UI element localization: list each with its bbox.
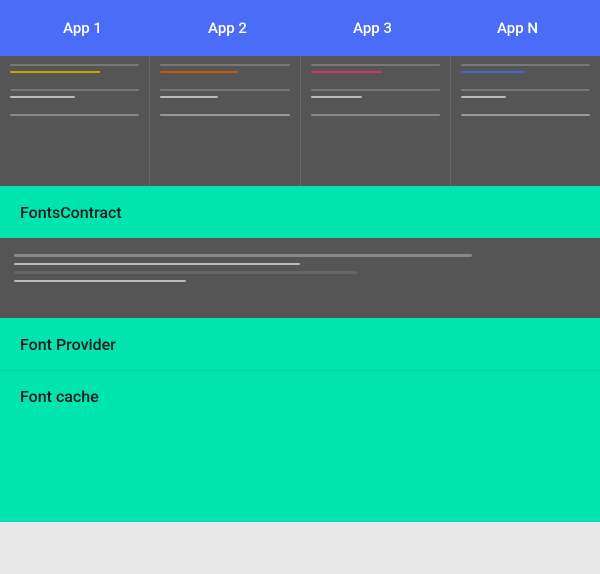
app3-column	[301, 56, 451, 186]
dl-3	[14, 271, 357, 274]
line-4	[10, 96, 75, 98]
dl-1	[14, 254, 472, 257]
line-2	[10, 71, 100, 73]
fonts-contract-section: FontsContract	[0, 186, 600, 238]
line-2	[160, 71, 238, 73]
apps-dark-section	[0, 56, 600, 186]
line-3	[160, 89, 289, 91]
app-bar: App 1 App 2 App 3 App N	[0, 0, 600, 56]
dark-lines-2	[14, 248, 586, 282]
tab-app2[interactable]: App 2	[155, 11, 300, 45]
font-cache-section: Font cache	[0, 370, 600, 422]
line-5	[160, 114, 289, 116]
font-provider-label: Font Provider	[20, 335, 116, 354]
line-5	[461, 114, 590, 116]
dl-4	[14, 280, 186, 282]
app1-column	[0, 56, 150, 186]
line-2	[311, 71, 382, 73]
line-4	[311, 96, 363, 98]
dark-section-2	[0, 238, 600, 318]
dl-2	[14, 263, 300, 265]
line-2	[461, 71, 526, 73]
bottom-teal-section	[0, 422, 600, 522]
line-4	[461, 96, 506, 98]
line-1	[461, 64, 590, 66]
tab-appN[interactable]: App N	[445, 11, 590, 45]
line-3	[311, 89, 440, 91]
line-5	[311, 114, 440, 116]
line-1	[160, 64, 289, 66]
fonts-contract-label: FontsContract	[20, 203, 122, 222]
line-3	[461, 89, 590, 91]
font-provider-section: Font Provider	[0, 318, 600, 370]
line-3	[10, 89, 139, 91]
line-1	[10, 64, 139, 66]
app2-column	[150, 56, 300, 186]
main-container: App 1 App 2 App 3 App N	[0, 0, 600, 574]
line-5	[10, 114, 139, 116]
tab-app1[interactable]: App 1	[10, 11, 155, 45]
line-4	[160, 96, 218, 98]
line-1	[311, 64, 440, 66]
font-cache-label: Font cache	[20, 387, 99, 406]
tab-app3[interactable]: App 3	[300, 11, 445, 45]
appN-column	[451, 56, 600, 186]
